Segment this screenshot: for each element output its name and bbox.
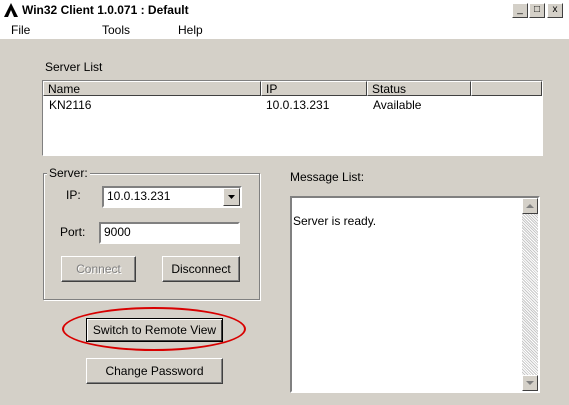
port-label: Port: — [60, 225, 86, 239]
server-list[interactable]: Name IP Status KN2116 10.0.13.231 Availa… — [42, 80, 543, 156]
ip-label: IP: — [66, 188, 81, 202]
aten-logo-icon — [3, 2, 19, 18]
change-password-label: Change Password — [105, 364, 204, 378]
connect-button[interactable]: Connect — [61, 256, 136, 282]
minimize-icon: _ — [517, 4, 523, 15]
column-header-status[interactable]: Status — [367, 81, 471, 96]
ip-combobox[interactable]: 10.0.13.231 — [102, 186, 242, 208]
column-header-blank[interactable] — [471, 81, 542, 96]
server-group-label: Server: — [47, 166, 90, 180]
scroll-down-button[interactable] — [522, 375, 538, 391]
port-value: 9000 — [104, 225, 131, 239]
menu-bar: File Tools Help — [0, 21, 569, 39]
vertical-scrollbar[interactable] — [522, 198, 538, 391]
message-list-label: Message List: — [290, 170, 365, 184]
message-list[interactable]: Server is ready. — [290, 196, 540, 393]
disconnect-button-label: Disconnect — [171, 262, 231, 276]
column-header-name[interactable]: Name — [43, 81, 261, 96]
maximize-button[interactable]: □ — [529, 3, 545, 18]
message-text: Server is ready. — [293, 214, 377, 228]
scroll-up-button[interactable] — [522, 198, 538, 214]
minimize-button[interactable]: _ — [512, 3, 528, 18]
maximize-icon: □ — [533, 4, 541, 15]
ip-value: 10.0.13.231 — [107, 189, 171, 203]
scroll-down-icon — [526, 381, 534, 385]
change-password-button[interactable]: Change Password — [86, 358, 223, 384]
cell-status: Available — [373, 98, 422, 112]
disconnect-button[interactable]: Disconnect — [162, 256, 240, 282]
title-bar[interactable]: Win32 Client 1.0.071 : Default _ □ x — [0, 0, 569, 22]
close-button[interactable]: x — [547, 3, 563, 18]
column-header-ip[interactable]: IP — [261, 81, 367, 96]
scroll-up-icon — [526, 204, 534, 208]
chevron-down-icon — [228, 195, 235, 199]
app-window: Win32 Client 1.0.071 : Default _ □ x Fil… — [0, 0, 569, 405]
close-icon: x — [552, 4, 558, 15]
menu-help[interactable]: Help — [178, 23, 203, 37]
menu-file[interactable]: File — [11, 23, 30, 37]
port-input[interactable]: 9000 — [99, 222, 240, 244]
window-title: Win32 Client 1.0.071 : Default — [22, 3, 189, 17]
highlight-ellipse — [62, 307, 246, 351]
menu-tools[interactable]: Tools — [102, 23, 130, 37]
cell-ip: 10.0.13.231 — [266, 98, 330, 112]
ip-dropdown-button[interactable] — [223, 188, 240, 206]
cell-name: KN2116 — [49, 98, 92, 112]
connect-button-label: Connect — [76, 262, 121, 276]
server-list-label: Server List — [45, 60, 103, 74]
